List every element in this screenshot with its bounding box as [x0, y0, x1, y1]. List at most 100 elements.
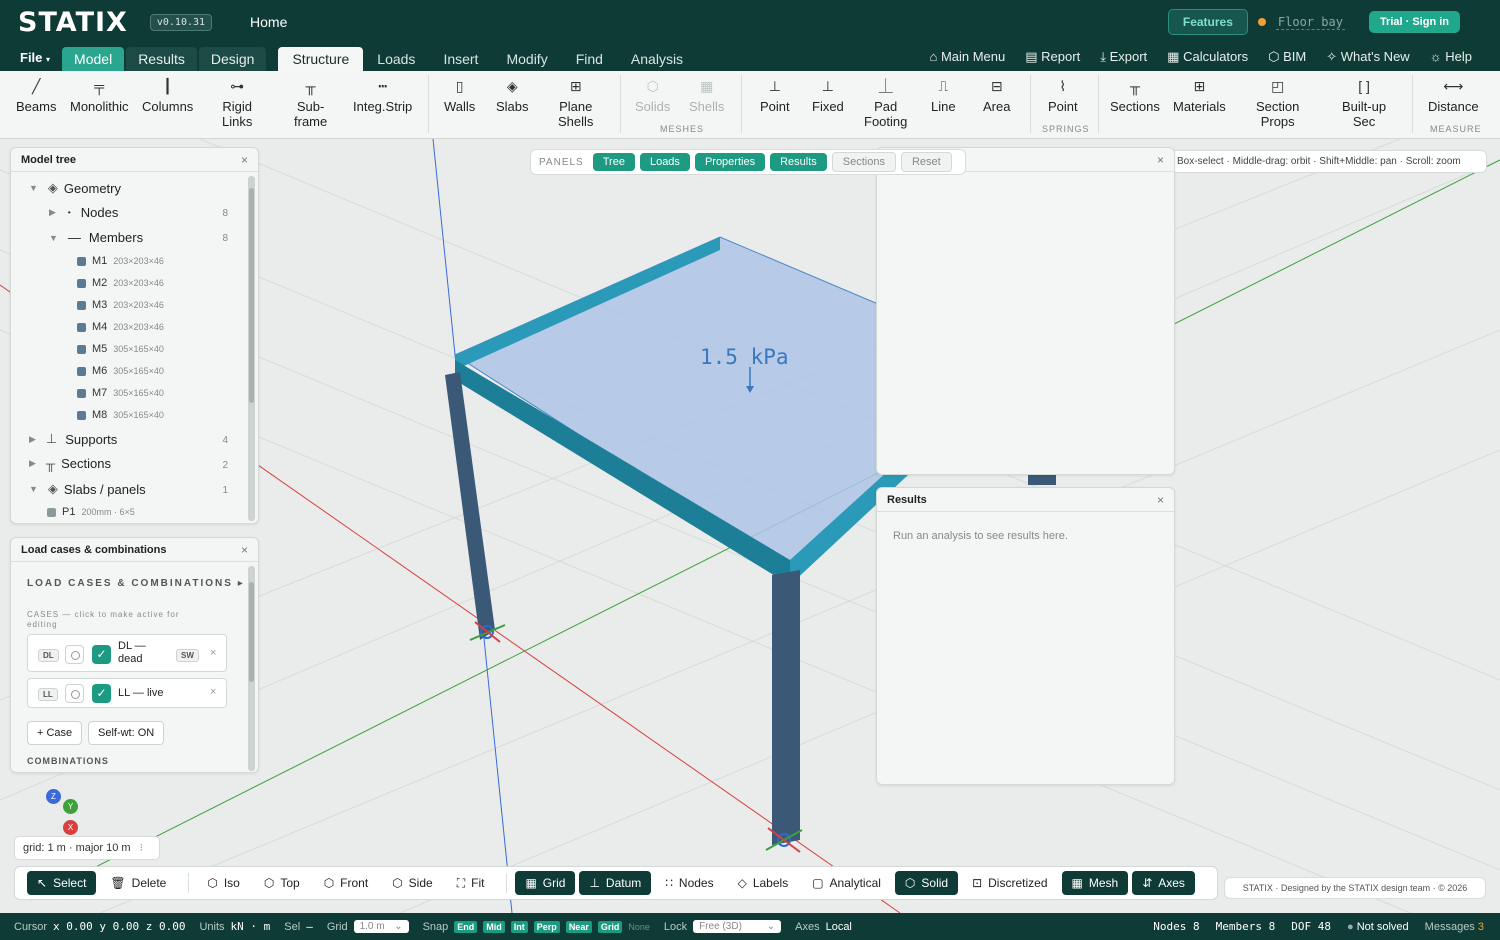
active-radio[interactable]: [65, 645, 84, 664]
visible-checkbox[interactable]: ✓: [92, 684, 111, 703]
column[interactable]: [772, 570, 800, 845]
panel-sections-toggle[interactable]: Sections: [831, 152, 896, 172]
tree-geometry[interactable]: ▼ ◈ Geometry: [29, 180, 121, 196]
line-support-button[interactable]: ⎍ Line: [931, 79, 956, 115]
panel-tree-toggle[interactable]: Tree: [592, 153, 635, 171]
solids-button[interactable]: ⬡ Solids: [635, 79, 670, 115]
walls-button[interactable]: ▯ Walls: [444, 79, 475, 115]
integ-strip-button[interactable]: ┅ Integ.Strip: [353, 79, 412, 115]
analytical-toggle[interactable]: ▢ Analytical: [802, 871, 891, 895]
area-support-button[interactable]: ⊟ Area: [983, 79, 1010, 115]
view-front-button[interactable]: ⬡ Front: [314, 871, 379, 895]
load-case-ll[interactable]: LL ✓ LL — live ×: [27, 678, 227, 708]
panel-loads-toggle[interactable]: Loads: [639, 153, 690, 171]
distance-button[interactable]: ⟷ Distance: [1428, 79, 1479, 115]
snap-int-toggle[interactable]: Int: [510, 920, 528, 933]
tab-results[interactable]: Results: [126, 47, 197, 71]
trial-signin-button[interactable]: Trial · Sign in: [1368, 11, 1460, 33]
rigid-links-button[interactable]: ⊶ Rigid Links: [222, 79, 252, 130]
solid-toggle[interactable]: ⬡ Solid: [894, 871, 959, 895]
delete-button[interactable]: 🗑 Delete: [100, 871, 176, 895]
labels-toggle[interactable]: ◇ Labels: [728, 871, 799, 895]
member-item[interactable]: M7 305×165×40: [77, 387, 164, 399]
home-link[interactable]: Home: [250, 14, 287, 30]
point-support-button[interactable]: ⊥ Point: [760, 79, 790, 115]
beams-button[interactable]: ╱ Beams: [16, 79, 56, 115]
view-side-button[interactable]: ⬡ Side: [382, 871, 443, 895]
discretized-toggle[interactable]: ⊡ Discretized: [962, 871, 1057, 895]
slabs-button[interactable]: ◈ Slabs: [496, 79, 529, 115]
snap-perp-toggle[interactable]: Perp: [533, 920, 560, 933]
tree-sections[interactable]: ▶ ╥ Sections: [29, 456, 111, 471]
project-name[interactable]: Floor bay: [1275, 15, 1345, 30]
selfweight-toggle[interactable]: Self-wt: ON: [88, 721, 165, 745]
plane-shells-button[interactable]: ⊞ Plane Shells: [558, 79, 593, 130]
tree-nodes[interactable]: ▶ • Nodes: [49, 205, 118, 220]
tree-members[interactable]: ▼ — Members: [49, 230, 143, 245]
close-icon[interactable]: ×: [1157, 493, 1164, 507]
shells-button[interactable]: ▦ Shells: [689, 79, 724, 115]
member-item[interactable]: M6 305×165×40: [77, 365, 164, 377]
lock-select[interactable]: Lock Free (3D) ⌄: [664, 920, 782, 933]
units-readout[interactable]: Units kN · m: [199, 920, 270, 933]
panel-reset-button[interactable]: Reset: [900, 152, 952, 172]
messages-link[interactable]: Messages 3: [1425, 921, 1484, 933]
bim-link[interactable]: ⬡ BIM: [1268, 49, 1306, 65]
snap-end-toggle[interactable]: End: [454, 920, 478, 933]
load-case-dl[interactable]: DL ✓ DL — dead SW ×: [27, 634, 227, 672]
snap-grid-toggle[interactable]: Grid: [597, 920, 623, 933]
visible-checkbox[interactable]: ✓: [92, 645, 111, 664]
subtab-structure[interactable]: Structure: [278, 47, 364, 71]
close-icon[interactable]: ×: [241, 153, 248, 167]
mesh-toggle[interactable]: ▦ Mesh: [1061, 871, 1129, 895]
axes-readout[interactable]: Axes Local: [795, 921, 852, 933]
close-icon[interactable]: ×: [241, 543, 248, 557]
main-menu-link[interactable]: ⌂ Main Menu: [929, 49, 1005, 65]
datum-toggle[interactable]: ⊥ Datum: [579, 871, 652, 895]
panel-results-toggle[interactable]: Results: [770, 153, 827, 171]
load-cases-heading[interactable]: LOAD CASES & COMBINATIONS ▸: [27, 578, 245, 589]
materials-button[interactable]: ⊞ Materials: [1173, 79, 1226, 115]
subtab-analysis[interactable]: Analysis: [617, 47, 697, 71]
member-item[interactable]: M2 203×203×46: [77, 277, 164, 289]
member-item[interactable]: M5 305×165×40: [77, 343, 164, 355]
monolithic-button[interactable]: ╤ Monolithic: [70, 79, 129, 115]
tab-model[interactable]: Model: [62, 47, 125, 71]
tree-supports[interactable]: ▶ ⊥ Supports: [29, 431, 117, 447]
point-spring-button[interactable]: ⌇ Point: [1048, 79, 1078, 115]
subtab-insert[interactable]: Insert: [429, 47, 492, 71]
tab-design[interactable]: Design: [198, 47, 267, 71]
grid-select[interactable]: Grid 1.0 m ⌄: [327, 920, 409, 933]
calculators-link[interactable]: ▦ Calculators: [1167, 49, 1248, 65]
select-tool-button[interactable]: ↖ Select: [27, 871, 97, 895]
built-up-sec-button[interactable]: [ ] Built-up Sec: [1342, 79, 1386, 130]
fixed-support-button[interactable]: ⊥ Fixed: [812, 79, 844, 115]
section-props-button[interactable]: ◰ Section Props: [1256, 79, 1299, 130]
subtab-modify[interactable]: Modify: [492, 47, 561, 71]
nodes-toggle[interactable]: ∷ Nodes: [655, 871, 723, 895]
fit-button[interactable]: ⛶ Fit: [447, 871, 495, 896]
pad-footing-button[interactable]: ⏊ Pad Footing: [864, 79, 907, 130]
member-item[interactable]: M3 203×203×46: [77, 299, 164, 311]
subframe-button[interactable]: ╥ Sub- frame: [294, 79, 327, 130]
scrollbar-thumb[interactable]: [249, 188, 254, 403]
snap-near-toggle[interactable]: Near: [565, 920, 592, 933]
panel-properties-toggle[interactable]: Properties: [694, 153, 766, 171]
add-case-button[interactable]: + Case: [27, 721, 83, 745]
member-item[interactable]: M4 203×203×46: [77, 321, 164, 333]
column[interactable]: [1028, 475, 1056, 485]
close-icon[interactable]: ×: [1157, 153, 1164, 167]
grid-settings-icon[interactable]: ⁝: [140, 842, 144, 854]
view-top-button[interactable]: ⬡ Top: [254, 871, 310, 895]
grid-toggle[interactable]: ▦ Grid: [515, 871, 576, 895]
report-link[interactable]: ▤ Report: [1025, 49, 1080, 65]
snap-none-toggle[interactable]: None: [628, 922, 650, 932]
subtab-find[interactable]: Find: [562, 47, 617, 71]
file-menu[interactable]: File ▾: [20, 50, 50, 65]
help-link[interactable]: ☼ Help: [1430, 49, 1472, 65]
member-item[interactable]: M1 203×203×46: [77, 255, 164, 267]
scrollbar-thumb[interactable]: [249, 582, 254, 682]
subtab-loads[interactable]: Loads: [363, 47, 429, 71]
panel-item[interactable]: P1 200mm · 6×5: [47, 506, 135, 518]
close-icon[interactable]: ×: [210, 647, 216, 659]
